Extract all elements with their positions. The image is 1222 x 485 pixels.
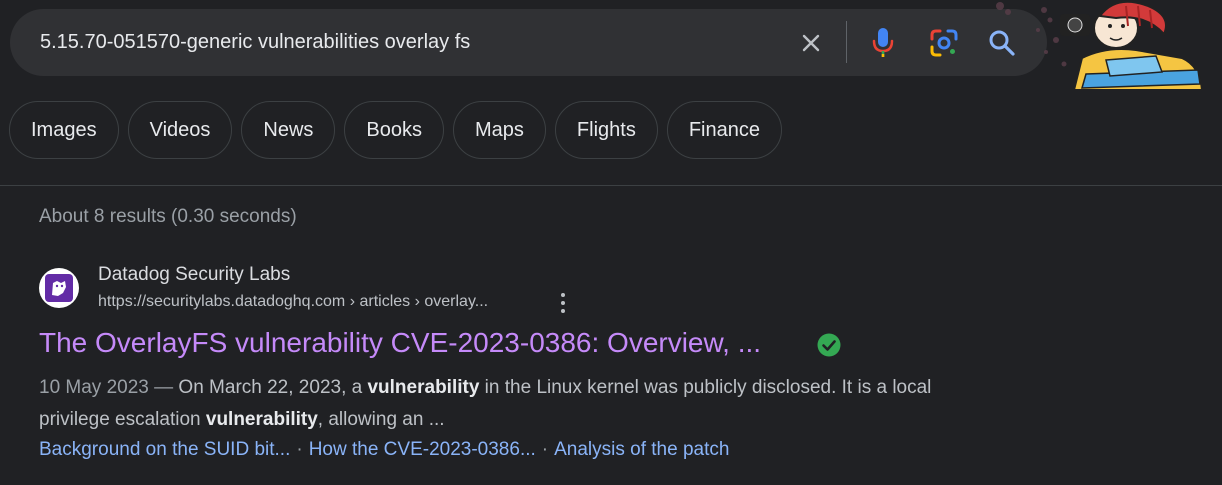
- result-date: 10 May 2023: [39, 377, 149, 398]
- search-filter-chips: Images Videos News Books Maps Flights Fi…: [9, 101, 782, 159]
- chip-news[interactable]: News: [241, 101, 336, 159]
- snippet-highlight: vulnerability: [367, 377, 480, 398]
- search-input[interactable]: 5.15.70-051570-generic vulnerabilities o…: [40, 9, 470, 76]
- microphone-icon: [872, 28, 894, 57]
- result-snippet: 10 May 2023 — On March 22, 2023, a vulne…: [39, 372, 949, 436]
- snippet-highlight: vulnerability: [205, 409, 318, 430]
- chip-flights[interactable]: Flights: [554, 101, 658, 159]
- result-title-link[interactable]: The OverlayFS vulnerability CVE-2023-038…: [39, 327, 761, 359]
- datadog-logo-icon: [45, 274, 73, 302]
- snippet-text: On March 22, 2023, a: [178, 377, 368, 398]
- chip-videos[interactable]: Videos: [127, 101, 233, 159]
- kebab-dot: [561, 309, 565, 313]
- google-lens-button[interactable]: [924, 23, 964, 63]
- kebab-dot: [561, 301, 565, 305]
- voice-search-button[interactable]: [863, 23, 903, 63]
- sitelink-suid-bit[interactable]: Background on the SUID bit...: [39, 439, 290, 460]
- verified-check-icon: [817, 333, 841, 357]
- chip-maps[interactable]: Maps: [453, 101, 546, 159]
- chip-images[interactable]: Images: [9, 101, 119, 159]
- clear-search-button[interactable]: [791, 23, 831, 63]
- sitelink-how-cve[interactable]: How the CVE-2023-0386...: [309, 439, 536, 460]
- result-sitelinks: Background on the SUID bit... · How the CV…: [39, 439, 729, 461]
- search-divider: [846, 21, 847, 63]
- result-stats: About 8 results (0.30 seconds): [39, 206, 297, 227]
- doodle-illustration-icon: [996, 0, 1204, 91]
- google-lens-icon: [930, 29, 958, 57]
- site-favicon[interactable]: [39, 268, 79, 308]
- sitelink-patch-analysis[interactable]: Analysis of the patch: [554, 439, 729, 460]
- google-doodle[interactable]: [986, 0, 1222, 91]
- date-separator: —: [148, 377, 179, 398]
- more-options-button[interactable]: [556, 292, 570, 314]
- snippet-text: , allowing an ...: [317, 409, 445, 430]
- header-divider: [0, 185, 1222, 186]
- close-icon: [802, 34, 820, 52]
- chip-books[interactable]: Books: [344, 101, 444, 159]
- search-bar[interactable]: 5.15.70-051570-generic vulnerabilities o…: [10, 9, 1047, 76]
- result-site-name[interactable]: Datadog Security Labs: [98, 264, 290, 286]
- result-url[interactable]: https://securitylabs.datadoghq.com › art…: [98, 293, 488, 311]
- sitelink-separator: ·: [541, 439, 549, 460]
- chip-finance[interactable]: Finance: [666, 101, 782, 159]
- kebab-dot: [561, 293, 565, 297]
- sitelink-separator: ·: [296, 439, 303, 460]
